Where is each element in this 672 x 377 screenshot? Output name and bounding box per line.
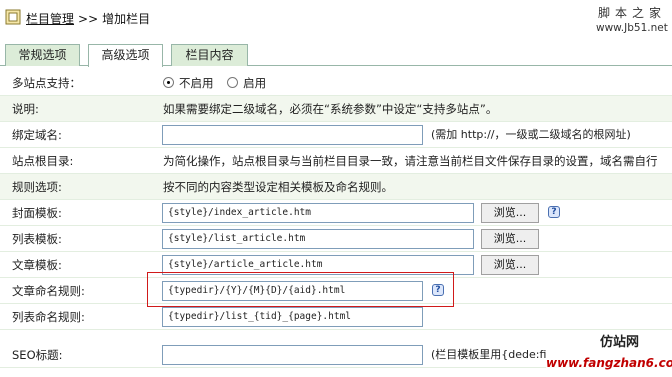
row-multisite: 多站点支持： 不启用 启用 (0, 70, 672, 96)
breadcrumb-parent-link[interactable]: 栏目管理 (26, 12, 74, 26)
radio-disable[interactable] (163, 77, 174, 88)
tab-bar: 常规选项 高级选项 栏目内容 (0, 42, 672, 67)
article-naming-rule-input[interactable]: {typedir}/{Y}/{M}{D}/{aid}.html (162, 281, 423, 301)
domain-hint: (需加 http://，一级或二级域名的根网址) (431, 128, 631, 141)
watermark-site-url: www.Jb51.net (596, 22, 668, 34)
list-template-input[interactable]: {style}/list_article.htm (162, 229, 474, 249)
multisite-disable-label: 不启用 (179, 76, 214, 90)
watermark-site2-name: 仿站网 (600, 335, 640, 350)
row-domain: 绑定域名: (需加 http://，一级或二级域名的根网址) (0, 122, 672, 148)
article-template-browse-button[interactable]: 浏览... (481, 255, 539, 275)
cover-template-browse-button[interactable]: 浏览... (481, 203, 539, 223)
breadcrumb: 栏目管理 >> 增加栏目 (26, 10, 150, 27)
siteroot-label: 站点根目录: (12, 154, 74, 168)
row-article-naming-rule: 文章命名规则: {typedir}/{Y}/{M}{D}/{aid}.html … (0, 278, 672, 304)
multisite-label: 多站点支持： (12, 76, 81, 90)
domain-input[interactable] (162, 125, 423, 145)
breadcrumb-current: 增加栏目 (102, 12, 151, 26)
siteroot-text: 为简化操作，站点根目录与当前栏目目录一致，请注意当前栏目文件保存目录的设置，域名… (163, 154, 658, 168)
row-article-template: 文章模板: {style}/article_article.htm 浏览... (0, 252, 672, 278)
row-list-naming-rule: 列表命名规则: {typedir}/list_{tid}_{page}.html (0, 304, 672, 330)
list-naming-rule-input[interactable]: {typedir}/list_{tid}_{page}.html (162, 307, 423, 327)
radio-enable[interactable] (227, 77, 239, 88)
tab-general[interactable]: 常规选项 (5, 44, 80, 66)
help-icon[interactable]: ? (432, 284, 444, 296)
article-template-input[interactable]: {style}/article_article.htm (162, 255, 474, 275)
seo-title-input[interactable] (162, 345, 423, 365)
cover-template-input[interactable]: {style}/index_article.htm (162, 203, 474, 223)
row-siteroot: 站点根目录: 为简化操作，站点根目录与当前栏目目录一致，请注意当前栏目文件保存目… (0, 148, 672, 174)
tab-content[interactable]: 栏目内容 (171, 44, 248, 66)
article-naming-rule-label: 文章命名规则: (12, 284, 85, 298)
row-cover-template: 封面模板: {style}/index_article.htm 浏览... ? (0, 200, 672, 226)
home-icon (5, 9, 21, 25)
multisite-option-enable[interactable]: 启用 (227, 76, 266, 90)
multisite-option-disable[interactable]: 不启用 (163, 76, 214, 90)
list-template-browse-button[interactable]: 浏览... (481, 229, 539, 249)
domain-label: 绑定域名: (12, 128, 62, 142)
multisite-options: 不启用 启用 (163, 70, 276, 96)
cover-template-label: 封面模板: (12, 206, 62, 220)
advanced-options-form: 多站点支持： 不启用 启用 说明: 如果需要绑定二级域名，必须在“系统参数”中设… (0, 70, 672, 368)
seo-title-label: SEO标题: (12, 348, 63, 362)
row-rules: 规则选项: 按不同的内容类型设定相关模板及命名规则。 (0, 174, 672, 200)
rules-label: 规则选项: (12, 180, 62, 194)
row-note: 说明: 如果需要绑定二级域名，必须在“系统参数”中设定“支持多站点”。 (0, 96, 672, 122)
list-template-label: 列表模板: (12, 232, 62, 246)
breadcrumb-separator: >> (78, 12, 99, 26)
help-icon[interactable]: ? (548, 206, 560, 218)
tab-advanced[interactable]: 高级选项 (88, 44, 163, 67)
article-template-label: 文章模板: (12, 258, 62, 272)
watermark-site2-url: www.fangzhan6.com (546, 353, 672, 373)
rules-text: 按不同的内容类型设定相关模板及命名规则。 (163, 180, 393, 194)
list-naming-rule-label: 列表命名规则: (12, 310, 85, 324)
row-list-template: 列表模板: {style}/list_article.htm 浏览... (0, 226, 672, 252)
watermark-site-name: 脚本之家 (598, 6, 667, 20)
note-label: 说明: (12, 102, 39, 116)
multisite-enable-label: 启用 (243, 76, 267, 90)
row-spacer (0, 330, 672, 342)
note-text: 如果需要绑定二级域名，必须在“系统参数”中设定“支持多站点”。 (163, 102, 498, 116)
seo-title-hint: (栏目模板里用{dede:fi (431, 348, 547, 361)
top-bar: 栏目管理 >> 增加栏目 脚本之家 www.Jb51.net (0, 0, 672, 38)
